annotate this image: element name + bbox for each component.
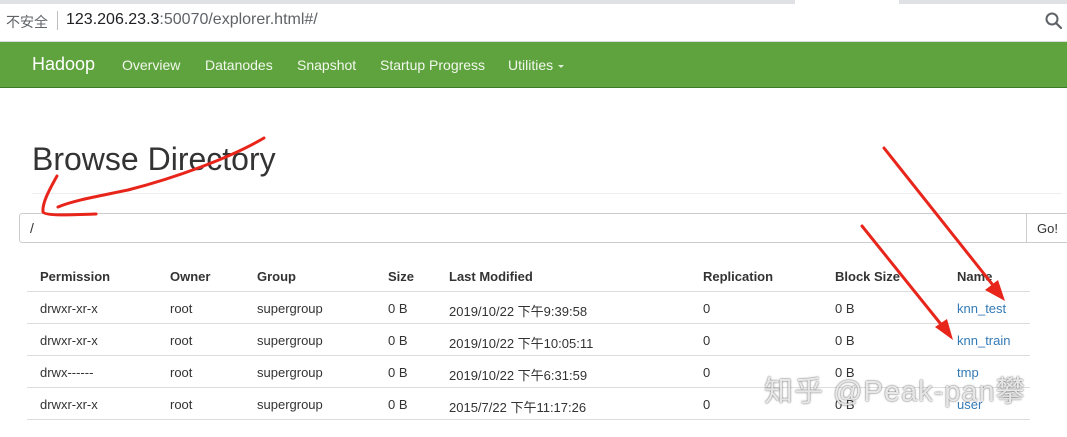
caret-down-icon xyxy=(558,64,565,68)
url-path: :50070/explorer.html#/ xyxy=(159,11,318,28)
cell-last-modified: 2019/10/22 下午6:31:59 xyxy=(449,368,588,383)
column-header-group[interactable]: Group xyxy=(257,269,296,284)
nav-item-overview[interactable]: Overview xyxy=(122,57,180,73)
nav-item-utilities[interactable]: Utilities xyxy=(508,57,565,73)
cell-permission: drwx------ xyxy=(40,365,94,380)
cell-size: 0 B xyxy=(388,397,408,412)
cell-replication: 0 xyxy=(703,301,711,316)
url-host: 123.206.23.3 xyxy=(66,11,160,28)
column-header-name[interactable]: Name xyxy=(957,269,992,284)
cell-last-modified: 2015/7/22 下午11:17:26 xyxy=(449,400,587,415)
column-header-block-size[interactable]: Block Size xyxy=(835,269,900,284)
magnifier-icon[interactable] xyxy=(1044,11,1064,31)
directory-link[interactable]: knn_test xyxy=(957,301,1006,316)
browser-address-bar: 不安全 123.206.23.3:50070/explorer.html#/ xyxy=(0,0,1067,42)
cell-owner: root xyxy=(170,365,193,380)
cell-last-modified: 2019/10/22 下午10:05:11 xyxy=(449,336,594,351)
page-title: Browse Directory xyxy=(32,141,276,177)
table-header-row: Permission Owner Group Size Last Modifie… xyxy=(27,260,1030,292)
cell-replication: 0 xyxy=(703,333,711,348)
title-divider xyxy=(32,193,1062,194)
cell-size: 0 B xyxy=(388,365,408,380)
table-row: drwxr-xr-x root supergroup 0 B 2019/10/2… xyxy=(27,324,1030,356)
directory-link[interactable]: knn_train xyxy=(957,333,1010,348)
nav-item-utilities-label: Utilities xyxy=(508,57,554,73)
cell-owner: root xyxy=(170,397,193,412)
cell-permission: drwxr-xr-x xyxy=(40,301,98,316)
table-row: drwxr-xr-x root supergroup 0 B 2019/10/2… xyxy=(27,292,1030,324)
cell-size: 0 B xyxy=(388,301,408,316)
browser-tab-strip xyxy=(0,0,1067,4)
cell-replication: 0 xyxy=(703,397,711,412)
cell-owner: root xyxy=(170,301,193,316)
url-field[interactable]: 123.206.23.3:50070/explorer.html#/ xyxy=(66,11,318,29)
cell-permission: drwxr-xr-x xyxy=(40,333,98,348)
security-warning-label[interactable]: 不安全 xyxy=(6,12,48,32)
address-separator xyxy=(57,11,58,30)
cell-group: supergroup xyxy=(257,301,323,316)
cell-group: supergroup xyxy=(257,397,323,412)
top-navbar: Hadoop Overview Datanodes Snapshot Start… xyxy=(0,42,1067,88)
column-header-last-modified[interactable]: Last Modified xyxy=(449,269,533,284)
directory-path-input[interactable] xyxy=(19,213,1027,243)
cell-owner: root xyxy=(170,333,193,348)
cell-replication: 0 xyxy=(703,365,711,380)
zhihu-watermark: 知乎 @Peak-pan攀 xyxy=(764,376,1026,408)
nav-item-startup-progress[interactable]: Startup Progress xyxy=(380,57,485,73)
cell-block-size: 0 B xyxy=(835,333,855,348)
cell-block-size: 0 B xyxy=(835,301,855,316)
nav-item-datanodes[interactable]: Datanodes xyxy=(205,57,273,73)
cell-size: 0 B xyxy=(388,333,408,348)
cell-last-modified: 2019/10/22 下午9:39:58 xyxy=(449,304,588,319)
column-header-replication[interactable]: Replication xyxy=(703,269,773,284)
column-header-owner[interactable]: Owner xyxy=(170,269,210,284)
column-header-size[interactable]: Size xyxy=(388,269,414,284)
navbar-brand[interactable]: Hadoop xyxy=(32,54,95,75)
go-button[interactable]: Go! xyxy=(1026,213,1067,243)
nav-item-snapshot[interactable]: Snapshot xyxy=(297,57,356,73)
annotation-hook-stroke xyxy=(41,174,98,217)
cell-group: supergroup xyxy=(257,365,323,380)
cell-group: supergroup xyxy=(257,333,323,348)
cell-permission: drwxr-xr-x xyxy=(40,397,98,412)
column-header-permission[interactable]: Permission xyxy=(40,269,110,284)
